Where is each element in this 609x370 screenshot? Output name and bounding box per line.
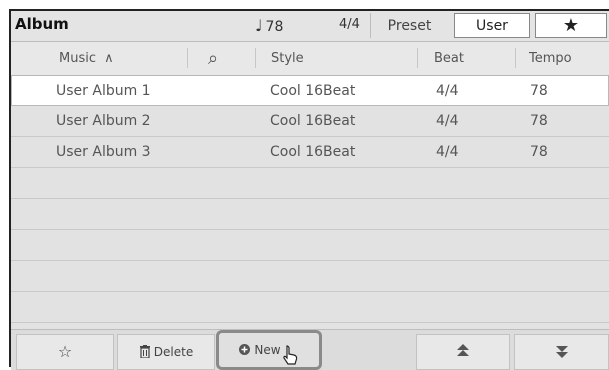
double-chevron-down-icon bbox=[555, 344, 568, 360]
table-row[interactable]: User Album 2 Cool 16Beat 4/4 78 bbox=[11, 106, 609, 137]
cell-style: Cool 16Beat bbox=[270, 144, 356, 160]
quarter-note-icon: ♩ bbox=[255, 16, 263, 35]
empty-row bbox=[11, 199, 609, 230]
delete-label: Delete bbox=[153, 345, 194, 359]
cell-beat: 4/4 bbox=[436, 113, 459, 129]
empty-row bbox=[11, 230, 609, 261]
cell-music: User Album 3 bbox=[56, 144, 151, 160]
cell-tempo: 78 bbox=[530, 144, 548, 160]
new-button[interactable]: New bbox=[216, 330, 322, 370]
cell-music: User Album 2 bbox=[56, 113, 151, 129]
empty-row bbox=[11, 168, 609, 199]
sort-ascending-icon: ∧ bbox=[104, 51, 114, 66]
delete-button[interactable]: Delete bbox=[117, 334, 215, 370]
footer-toolbar: ☆ Delete New bbox=[11, 329, 609, 370]
double-chevron-up-icon bbox=[457, 344, 469, 360]
tab-favorite[interactable]: ★ bbox=[535, 13, 607, 38]
page-title: Album bbox=[15, 15, 69, 33]
table-row[interactable]: User Album 3 Cool 16Beat 4/4 78 bbox=[11, 137, 609, 168]
column-divider bbox=[187, 48, 188, 68]
favorite-button[interactable]: ☆ bbox=[16, 334, 114, 370]
column-music-label: Music bbox=[59, 51, 96, 66]
time-signature: 4/4 bbox=[339, 17, 360, 32]
move-up-button[interactable] bbox=[416, 334, 510, 370]
table-row[interactable]: User Album 1 Cool 16Beat 4/4 78 bbox=[11, 75, 609, 106]
tab-preset[interactable]: Preset bbox=[370, 13, 448, 38]
column-divider bbox=[515, 48, 516, 68]
cell-style: Cool 16Beat bbox=[270, 83, 356, 99]
tab-user[interactable]: User bbox=[454, 13, 530, 38]
star-outline-icon: ☆ bbox=[57, 342, 73, 361]
album-list: User Album 1 Cool 16Beat 4/4 78 User Alb… bbox=[11, 75, 609, 331]
cell-beat: 4/4 bbox=[436, 144, 459, 160]
search-icon[interactable]: ⌕ bbox=[208, 48, 218, 69]
column-header-row: Music ∧ ⌕ Style Beat Tempo bbox=[11, 42, 609, 76]
new-label: New bbox=[254, 343, 281, 357]
cell-beat: 4/4 bbox=[436, 83, 459, 99]
cell-tempo: 78 bbox=[530, 113, 548, 129]
move-down-button[interactable] bbox=[514, 334, 609, 370]
empty-row bbox=[11, 261, 609, 292]
cell-tempo: 78 bbox=[530, 83, 548, 99]
tempo-value: 78 bbox=[265, 19, 284, 35]
album-panel: Album ♩ 78 4/4 Preset User ★ Music ∧ ⌕ St… bbox=[9, 9, 609, 370]
pointer-hand-icon bbox=[282, 345, 300, 367]
column-divider bbox=[417, 48, 418, 68]
column-beat[interactable]: Beat bbox=[434, 51, 464, 66]
tempo-display: ♩ 78 bbox=[255, 16, 283, 35]
cell-style: Cool 16Beat bbox=[270, 113, 356, 129]
column-music[interactable]: Music ∧ bbox=[59, 51, 114, 66]
trash-icon bbox=[139, 344, 151, 360]
header-bar: Album ♩ 78 4/4 Preset User ★ bbox=[11, 11, 609, 42]
column-divider bbox=[255, 48, 256, 68]
column-tempo[interactable]: Tempo bbox=[529, 51, 572, 66]
cell-music: User Album 1 bbox=[56, 83, 151, 99]
new-album-icon bbox=[238, 343, 251, 358]
empty-row bbox=[11, 292, 609, 323]
column-style[interactable]: Style bbox=[271, 51, 304, 66]
star-icon: ★ bbox=[562, 15, 580, 36]
